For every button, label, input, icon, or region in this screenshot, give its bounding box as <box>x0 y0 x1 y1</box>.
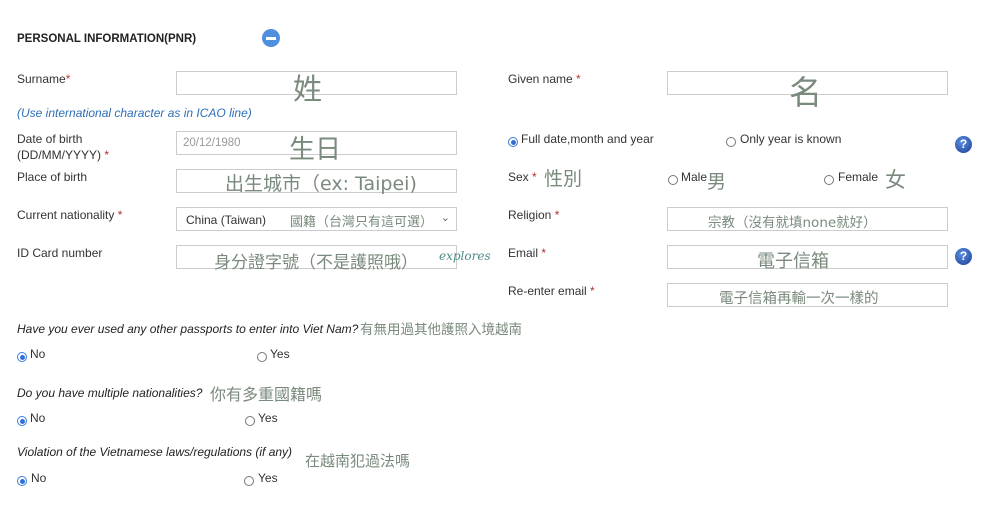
required-asterisk: * <box>576 72 581 86</box>
religion-label: Religion * <box>508 207 559 223</box>
email-label: Email * <box>508 245 546 261</box>
multiple-nationalities-no-radio[interactable] <box>17 416 27 426</box>
law-violation-no-label: No <box>31 471 47 485</box>
religion-annotation: 宗教（沒有就填none就好） <box>708 215 877 231</box>
icao-hint: (Use international character as in ICAO … <box>17 106 252 120</box>
nationality-value: China (Taiwan) <box>186 213 267 227</box>
other-passports-yes-label: Yes <box>270 347 290 361</box>
surname-label-text: Surname <box>17 72 66 86</box>
given-name-annotation: 名 <box>789 73 822 112</box>
given-name-label-text: Given name <box>508 72 573 86</box>
only-year-label: Only year is known <box>740 132 842 146</box>
multiple-nationalities-yes-label: Yes <box>258 411 278 425</box>
required-asterisk: * <box>541 246 547 260</box>
required-asterisk: * <box>117 208 123 222</box>
female-radio[interactable] <box>824 175 834 185</box>
reenter-email-annotation: 電子信箱再輸一次一樣的 <box>719 291 879 307</box>
female-label: Female <box>838 170 879 184</box>
dob-label-line2: (DD/MM/YYYY) <box>17 148 101 162</box>
religion-label-text: Religion <box>508 208 552 222</box>
chevron-down-icon: ⌄ <box>440 212 450 224</box>
surname-label: Surname* <box>17 71 70 87</box>
place-of-birth-label: Place of birth <box>17 170 88 184</box>
required-asterisk: * <box>104 148 110 162</box>
law-violation-no-radio[interactable] <box>17 476 27 486</box>
required-asterisk: * <box>532 170 537 184</box>
nationality-label: Current nationality * <box>17 207 122 223</box>
sex-label: Sex * <box>508 169 537 185</box>
full-date-label: Full date,month and year <box>521 132 654 146</box>
email-label-text: Email <box>508 246 539 260</box>
female-annotation: 女 <box>885 168 906 192</box>
question-multiple-nationalities-annotation: 你有多重國籍嗎 <box>210 385 323 404</box>
only-year-radio[interactable] <box>726 137 736 147</box>
multiple-nationalities-yes-radio[interactable] <box>245 416 255 426</box>
id-card-label: ID Card number <box>17 246 103 260</box>
reenter-email-label: Re-enter email * <box>508 283 595 299</box>
law-violation-yes-radio[interactable] <box>244 476 254 486</box>
male-label: Male <box>681 170 708 184</box>
sex-label-text: Sex <box>508 170 529 184</box>
minus-circle-icon[interactable] <box>262 29 280 47</box>
place-of-birth-annotation: 出生城市（ex: Taipei) <box>225 173 417 195</box>
question-law-violation-annotation: 在越南犯過法嗎 <box>305 452 411 470</box>
required-asterisk: * <box>554 208 560 222</box>
nationality-annotation: 國籍（台灣只有這可選） <box>290 215 434 230</box>
male-annotation: 男 <box>707 171 727 193</box>
given-name-label: Given name * <box>508 71 581 87</box>
law-violation-yes-label: Yes <box>258 471 278 485</box>
help-icon[interactable]: ? <box>955 136 972 153</box>
multiple-nationalities-no-label: No <box>30 411 46 425</box>
nationality-label-text: Current nationality <box>17 208 115 222</box>
sex-annotation: 性別 <box>544 168 583 190</box>
surname-annotation: 姓 <box>293 72 323 106</box>
help-icon[interactable]: ? <box>955 248 972 265</box>
question-multiple-nationalities: Do you have multiple nationalities? <box>17 386 203 400</box>
section-title: PERSONAL INFORMATION(PNR) <box>17 33 197 45</box>
email-annotation: 電子信箱 <box>757 251 829 272</box>
other-passports-no-label: No <box>30 347 46 361</box>
other-passports-yes-radio[interactable] <box>257 352 267 362</box>
required-asterisk: * <box>590 284 595 298</box>
dob-placeholder: 20/12/1980 <box>183 137 241 149</box>
question-other-passports: Have you ever used any other passports t… <box>17 322 359 336</box>
watermark-logo: explores <box>439 249 491 263</box>
dob-label-line1: Date of birth <box>17 132 83 146</box>
reenter-email-label-text: Re-enter email <box>508 284 587 298</box>
required-asterisk: * <box>65 72 71 86</box>
dob-label: Date of birth (DD/MM/YYYY) * <box>17 131 109 163</box>
full-date-radio[interactable] <box>508 137 518 147</box>
other-passports-no-radio[interactable] <box>17 352 27 362</box>
dob-annotation: 生日 <box>289 135 342 165</box>
male-radio[interactable] <box>668 175 678 185</box>
question-law-violation: Violation of the Vietnamese laws/regulat… <box>17 445 293 459</box>
id-card-annotation: 身分證字號（不是護照哦） <box>214 253 418 273</box>
question-other-passports-annotation: 有無用過其他護照入境越南 <box>360 322 522 338</box>
